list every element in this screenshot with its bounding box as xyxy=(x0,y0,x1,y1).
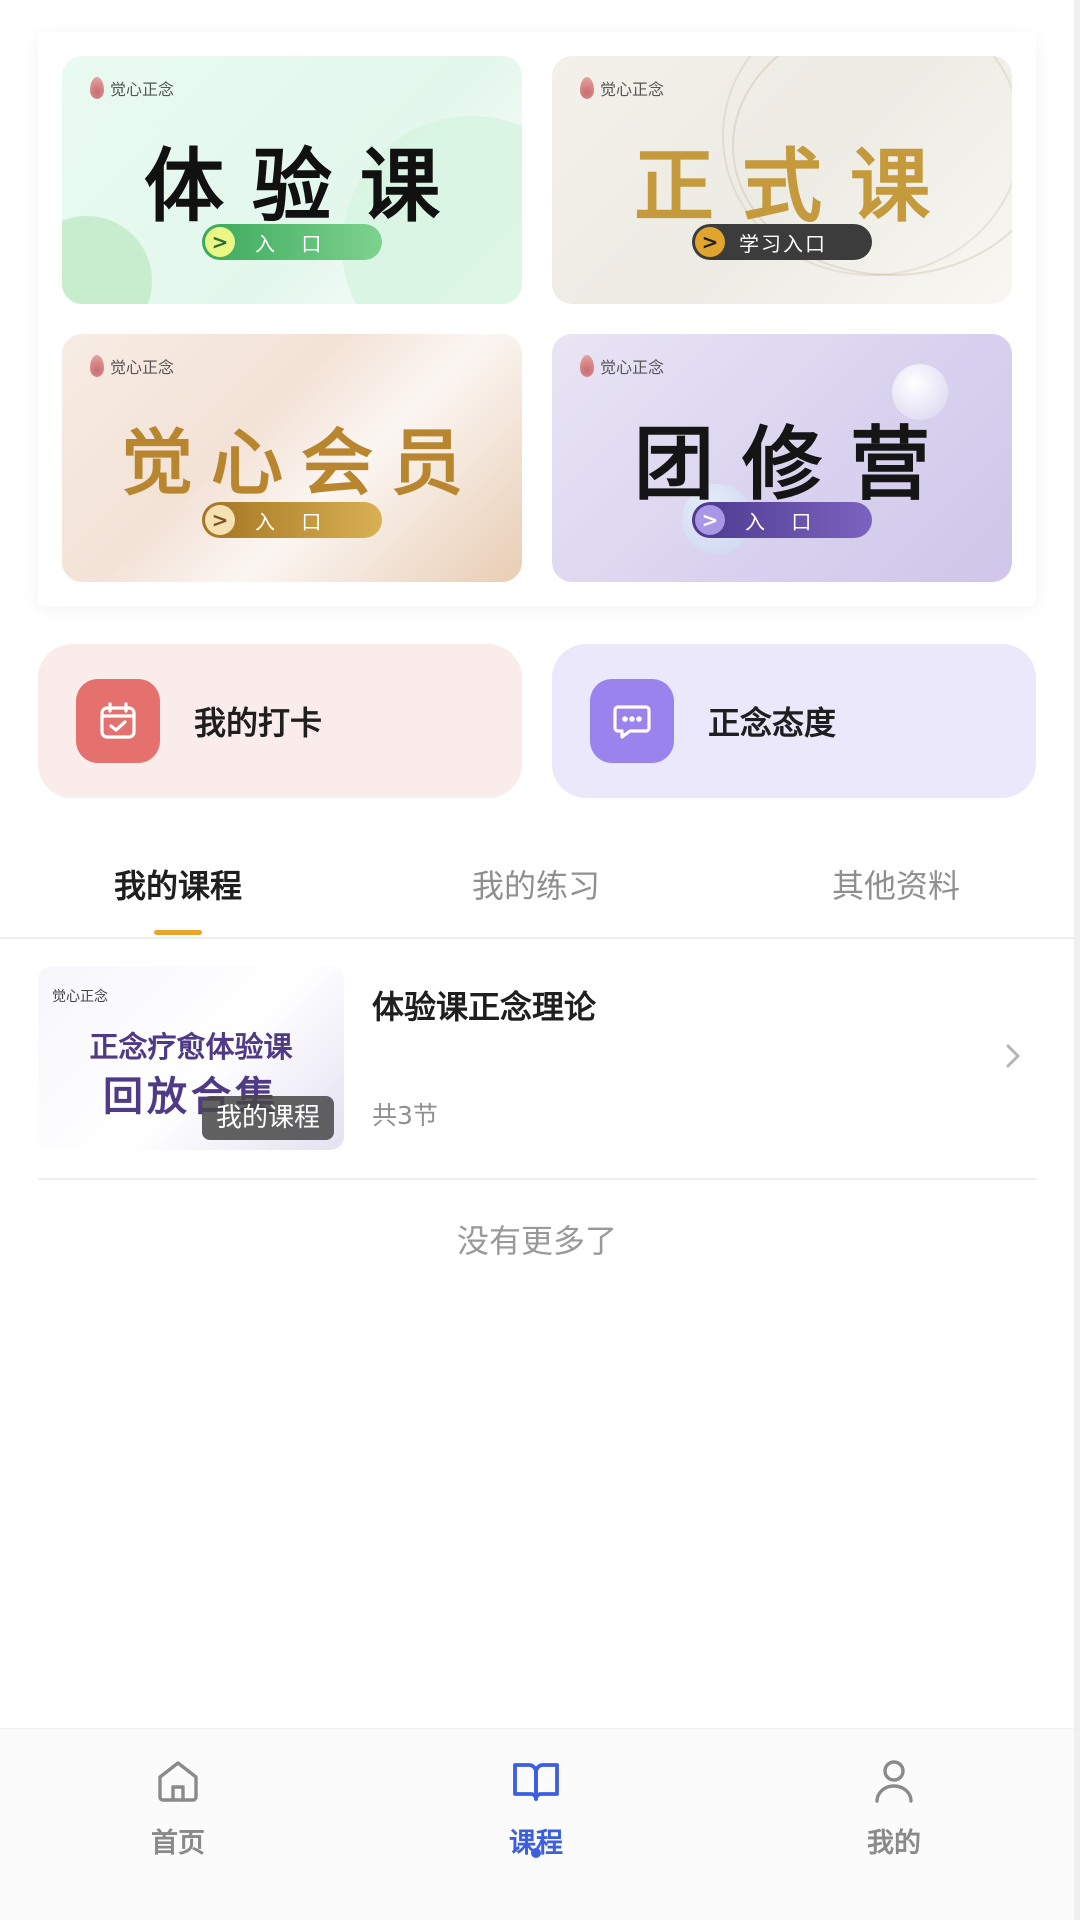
banner-title: 体验课 xyxy=(144,139,468,233)
brand-text: 觉心正念 xyxy=(600,80,665,99)
enter-label: 入 口 xyxy=(255,231,332,256)
mindfulness-attitude-button[interactable]: 正念态度 xyxy=(552,644,1036,798)
logo-drop-icon xyxy=(90,77,104,99)
my-checkin-label: 我的打卡 xyxy=(194,704,323,742)
tab-my-courses[interactable]: 我的课程 xyxy=(58,838,298,938)
tab-other-materials[interactable]: 其他资料 xyxy=(776,838,1016,938)
page: 觉心正念 体验课 > 入 口 觉心正念 正式课 > 学习入口 觉心正念 觉心会员 >… xyxy=(0,0,1080,1920)
chat-bubble-icon xyxy=(590,679,674,763)
list-item[interactable]: 觉心正念 正念疗愈体验课 回放合集 我的课程 体验课正念理论 共3节 xyxy=(38,966,1036,1150)
mindfulness-attitude-label: 正念态度 xyxy=(708,704,837,742)
enter-button[interactable]: > 入 口 xyxy=(202,224,382,260)
home-icon xyxy=(158,1761,198,1802)
logo-drop-icon xyxy=(580,355,594,377)
brand-text: 觉心正念 xyxy=(110,80,175,99)
enter-button[interactable]: > 入 口 xyxy=(692,502,872,538)
nav-home[interactable]: 首页 xyxy=(78,1755,278,1860)
tab-my-practice[interactable]: 我的练习 xyxy=(416,838,656,938)
brand-logo: 觉心正念 xyxy=(90,76,174,100)
bottom-nav: 首页 课程 我的 xyxy=(0,1728,1074,1920)
enter-label: 学习入口 xyxy=(739,231,827,256)
nav-active-dot xyxy=(531,1848,541,1858)
arrow-right-icon: > xyxy=(695,505,725,535)
nav-home-label: 首页 xyxy=(151,1828,205,1859)
logo-drop-icon xyxy=(90,355,104,377)
brand-logo: 觉心正念 xyxy=(90,354,174,378)
banner-title: 觉心会员 xyxy=(120,420,481,505)
logo-drop-icon xyxy=(580,77,594,99)
tab-label: 我的课程 xyxy=(113,867,242,905)
no-more-text: 没有更多了 xyxy=(456,1222,617,1260)
nav-courses[interactable]: 课程 xyxy=(436,1755,636,1860)
course-badge: 我的课程 xyxy=(201,1096,334,1140)
arrow-right-icon: > xyxy=(205,227,235,257)
course-title: 体验课正念理论 xyxy=(372,988,597,1026)
enter-label: 入 口 xyxy=(255,509,332,534)
right-edge xyxy=(1074,0,1080,1920)
tab-label: 我的练习 xyxy=(471,867,600,905)
course-section-count: 共3节 xyxy=(372,1101,438,1130)
banner-group-camp[interactable]: 觉心正念 团修营 > 入 口 xyxy=(552,334,1012,582)
calendar-check-icon xyxy=(76,679,160,763)
tab-label: 其他资料 xyxy=(831,867,960,905)
nav-mine[interactable]: 我的 xyxy=(794,1755,994,1860)
banner-formal-course[interactable]: 觉心正念 正式课 > 学习入口 xyxy=(552,56,1012,304)
brand-text: 觉心正念 xyxy=(600,358,665,377)
banner-trial-course[interactable]: 觉心正念 体验课 > 入 口 xyxy=(62,56,522,304)
brand-logo: 觉心正念 xyxy=(580,76,664,100)
enter-label: 入 口 xyxy=(745,509,822,534)
brand-logo: 觉心正念 xyxy=(580,354,664,378)
tab-active-indicator xyxy=(154,930,202,935)
tabs-divider xyxy=(0,937,1074,939)
my-checkin-button[interactable]: 我的打卡 xyxy=(38,644,522,798)
banner-grid: 觉心正念 体验课 > 入 口 觉心正念 正式课 > 学习入口 觉心正念 觉心会员 >… xyxy=(38,32,1036,606)
banner-title: 正式课 xyxy=(634,139,958,233)
brand-text: 觉心正念 xyxy=(110,358,175,377)
banner-membership[interactable]: 觉心正念 觉心会员 > 入 口 xyxy=(62,334,522,582)
banner-title: 团修营 xyxy=(634,417,958,511)
course-tabs: 我的课程 我的练习 其他资料 xyxy=(0,838,1074,938)
study-entry-button[interactable]: > 学习入口 xyxy=(692,224,872,260)
thumb-brand: 觉心正念 xyxy=(52,989,108,1005)
list-divider xyxy=(38,1178,1036,1180)
enter-button[interactable]: > 入 口 xyxy=(202,502,382,538)
user-icon xyxy=(875,1760,913,1803)
thumb-title-line1: 正念疗愈体验课 xyxy=(89,1030,293,1064)
course-thumbnail: 觉心正念 正念疗愈体验课 回放合集 我的课程 xyxy=(38,966,344,1150)
nav-mine-label: 我的 xyxy=(867,1828,921,1859)
chevron-right-icon xyxy=(1006,1044,1020,1068)
arrow-right-icon: > xyxy=(695,227,725,257)
arrow-right-icon: > xyxy=(205,505,235,535)
book-open-icon xyxy=(513,1763,559,1801)
